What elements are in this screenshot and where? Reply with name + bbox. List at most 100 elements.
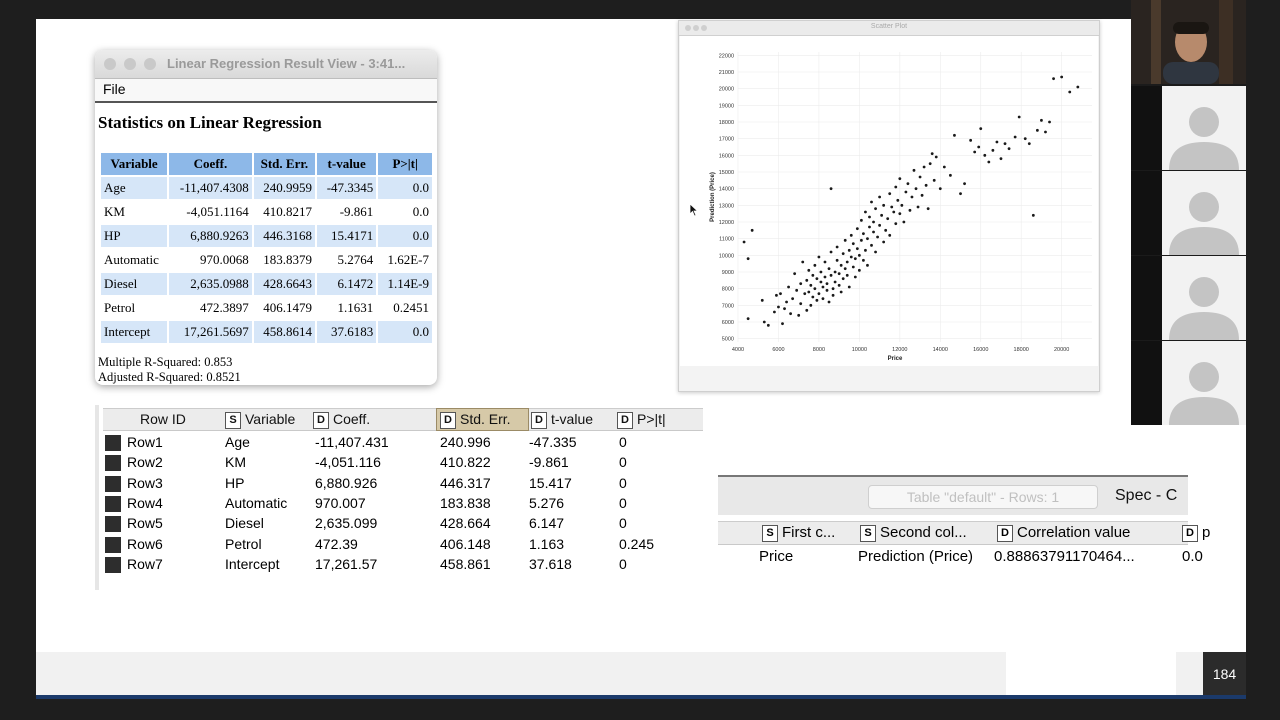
zoom-window-button[interactable]	[144, 58, 156, 70]
data-point	[916, 205, 920, 209]
column-header[interactable]: S First c...	[762, 522, 835, 544]
menu-bar: File	[95, 79, 437, 103]
data-point	[775, 293, 778, 297]
data-point	[938, 187, 942, 191]
data-point	[882, 203, 886, 207]
data-point	[817, 292, 821, 296]
table-cell: Price	[759, 548, 794, 565]
data-point	[829, 250, 833, 254]
column-header[interactable]: Row ID	[140, 409, 186, 430]
data-point	[829, 273, 833, 277]
y-axis-label: Prediction (Price)	[710, 172, 716, 222]
y-tick-label: 5000	[722, 337, 734, 343]
data-point	[805, 308, 809, 312]
data-point	[1048, 120, 1051, 124]
table-row[interactable]: Row1 Age -11,407.431 240.996 -47.335 0	[103, 432, 703, 452]
data-point	[791, 297, 795, 301]
value-cell: 1.62E-7	[387, 252, 429, 267]
row-color-swatch	[105, 536, 121, 553]
table-row[interactable]: Row4 Automatic 970.007 183.838 5.276 0	[103, 493, 703, 513]
value-cell: 0.0	[412, 204, 429, 219]
data-point	[859, 238, 863, 242]
column-header[interactable]: S Second col...	[860, 522, 967, 544]
data-point	[1060, 75, 1064, 79]
data-point	[894, 185, 898, 189]
data-point	[949, 173, 952, 177]
data-point	[845, 273, 849, 277]
table-cell: 0	[619, 454, 627, 471]
data-point	[795, 288, 799, 292]
column-header: Variable	[101, 153, 168, 175]
data-point	[773, 310, 776, 314]
column-header[interactable]: D Std. Err.	[436, 408, 529, 431]
data-point	[831, 287, 835, 291]
data-point	[866, 237, 869, 241]
data-point	[813, 287, 817, 291]
variable-cell: Intercept	[101, 321, 168, 343]
table-cell: 458.861	[440, 555, 491, 572]
y-tick-label: 22000	[719, 53, 734, 59]
table-row[interactable]: Row2 KM -4,051.116 410.822 -9.861 0	[103, 452, 703, 472]
table-cell: 15.417	[529, 474, 572, 491]
x-tick-label: 6000	[772, 347, 784, 353]
row-color-swatch	[105, 455, 121, 472]
data-point	[839, 290, 843, 294]
data-point	[809, 283, 813, 287]
table-cell: -47.335	[529, 434, 577, 450]
data-point	[742, 240, 746, 244]
file-menu[interactable]: File	[103, 81, 126, 97]
table-row[interactable]: Row3 HP 6,880.926 446.317 15.417 0	[103, 473, 703, 493]
value-cell: 183.8379	[263, 252, 313, 267]
data-point	[983, 153, 987, 157]
data-point	[823, 260, 827, 264]
data-point	[995, 140, 999, 144]
y-tick-label: 19000	[719, 103, 734, 109]
minimize-window-button[interactable]	[124, 58, 136, 70]
column-header[interactable]: D Correlation value	[997, 522, 1130, 544]
value-cell: 6,880.9263	[169, 225, 252, 247]
scatter-chart: 4000 6000 8000 10000 12000 14000 16000 18000 200…	[710, 52, 1092, 362]
column-header[interactable]: D Coeff.	[313, 409, 370, 430]
data-point	[874, 207, 877, 211]
data-point	[811, 273, 815, 277]
mouse-cursor	[689, 203, 699, 217]
participant-tile	[1131, 86, 1246, 170]
y-tick-label: 14000	[719, 187, 734, 193]
data-point	[880, 213, 884, 217]
data-point	[876, 235, 879, 239]
close-window-button[interactable]	[104, 58, 116, 70]
spec-tab[interactable]: Spec - C	[1115, 487, 1177, 505]
column-header[interactable]: Dt-value	[531, 409, 593, 430]
column-label: Coeff.	[333, 411, 371, 427]
column-header[interactable]: Dp	[1182, 522, 1210, 544]
table-row[interactable]: Row7 Intercept 17,261.57 458.861 37.618 0	[103, 554, 703, 574]
table-row[interactable]: Row6 Petrol 472.39 406.148 1.163 0.245	[103, 534, 703, 554]
data-point	[1068, 90, 1072, 94]
data-point	[890, 205, 894, 209]
column-label: First c...	[782, 524, 836, 541]
column-header[interactable]: S Variable	[225, 409, 295, 430]
value-cell: -9.861	[339, 204, 374, 219]
data-point	[977, 145, 981, 149]
table-cell: 0.245	[619, 535, 655, 552]
type-badge: S	[860, 524, 876, 542]
table-row[interactable]: Row5 Diesel 2,635.099 428.664 6.147 0	[103, 513, 703, 533]
scatter-titlebar[interactable]: Scatter Plot	[679, 21, 1099, 36]
value-cell: 6.1472	[317, 273, 377, 295]
data-point	[787, 285, 790, 289]
table-cell: -9.861	[529, 454, 569, 471]
data-point	[862, 232, 865, 236]
value-cell: 458.8614	[253, 321, 316, 343]
row-id-cell: Row3	[127, 474, 163, 491]
x-axis-label: Price	[888, 356, 903, 362]
x-tick-label: 10000	[852, 347, 867, 353]
window-titlebar[interactable]: Linear Regression Result View - 3:41...	[95, 50, 437, 79]
data-point	[819, 270, 823, 274]
data-point	[1031, 213, 1035, 217]
column-header[interactable]: D P>|t|	[617, 409, 666, 430]
data-point	[833, 280, 837, 284]
table-cell: Age	[225, 434, 250, 450]
data-point	[864, 210, 867, 214]
column-label: Variable	[245, 411, 296, 427]
variable-cell: HP	[101, 225, 168, 247]
